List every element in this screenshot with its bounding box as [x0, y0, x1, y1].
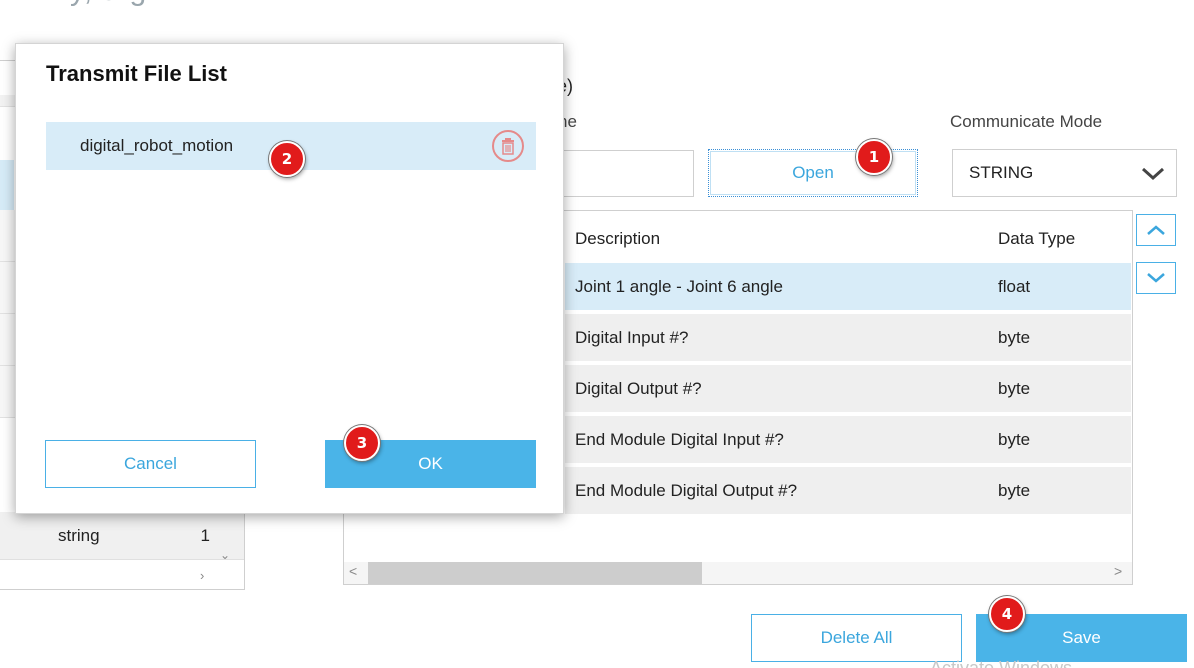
- left-row-type: string: [58, 526, 100, 545]
- communicate-mode-value: STRING: [969, 163, 1034, 182]
- left-scroll-down-icon[interactable]: ⌄: [220, 548, 230, 562]
- row-data-type: byte: [998, 430, 1031, 449]
- step-badge: 1: [856, 139, 892, 175]
- transmit-file-list-dialog: Transmit File List digital_robot_motion …: [15, 43, 564, 514]
- communicate-mode-select[interactable]: STRING: [952, 149, 1177, 197]
- communicate-mode-label: Communicate Mode: [950, 112, 1103, 131]
- table-row[interactable]: End Module Digital Input #? byte: [565, 416, 1131, 465]
- row-description: End Module Digital Output #?: [575, 481, 798, 500]
- step-badge: 4: [989, 596, 1025, 632]
- page-title: y, a g: [70, 0, 147, 8]
- left-scroll-right-icon[interactable]: ›: [200, 568, 204, 583]
- left-list-row[interactable]: string 1: [0, 512, 244, 560]
- column-header-description: Description: [575, 229, 661, 248]
- move-up-button[interactable]: [1136, 214, 1176, 246]
- step-badge: 3: [344, 425, 380, 461]
- row-data-type: byte: [998, 379, 1031, 398]
- scroll-up-icon: [1147, 225, 1165, 235]
- row-description: End Module Digital Input #?: [575, 430, 784, 449]
- row-data-type: byte: [998, 481, 1031, 500]
- row-data-type: byte: [998, 328, 1031, 347]
- file-name: digital_robot_motion: [80, 136, 234, 155]
- step-badge: 2: [269, 141, 305, 177]
- scroll-left-icon[interactable]: <: [349, 563, 357, 579]
- move-down-button[interactable]: [1136, 262, 1176, 294]
- row-description: Digital Input #?: [575, 328, 689, 347]
- scroll-right-icon[interactable]: >: [1114, 563, 1122, 579]
- table-row[interactable]: Digital Output #? byte: [565, 365, 1131, 414]
- row-data-type: float: [998, 277, 1031, 296]
- row-description: Digital Output #?: [575, 379, 702, 398]
- row-description: Joint 1 angle - Joint 6 angle: [575, 277, 783, 296]
- chevron-down-icon: [1141, 167, 1165, 181]
- table-row[interactable]: End Module Digital Output #? byte: [565, 467, 1131, 516]
- table-row[interactable]: Digital Input #? byte: [565, 314, 1131, 363]
- left-row-value: 1: [200, 526, 210, 545]
- activate-windows-watermark: Activate Windows: [930, 658, 1073, 668]
- cancel-button[interactable]: Cancel: [45, 440, 256, 488]
- delete-all-button[interactable]: Delete All: [751, 614, 962, 662]
- table-row[interactable]: Joint 1 angle - Joint 6 angle float: [565, 263, 1131, 312]
- dialog-title: Transmit File List: [46, 61, 227, 86]
- scroll-down-icon: [1147, 273, 1165, 283]
- horizontal-scroll-thumb[interactable]: [368, 562, 702, 584]
- column-header-data-type: Data Type: [998, 229, 1076, 248]
- left-list-selected-row[interactable]: [0, 160, 14, 210]
- trash-icon[interactable]: [490, 129, 526, 163]
